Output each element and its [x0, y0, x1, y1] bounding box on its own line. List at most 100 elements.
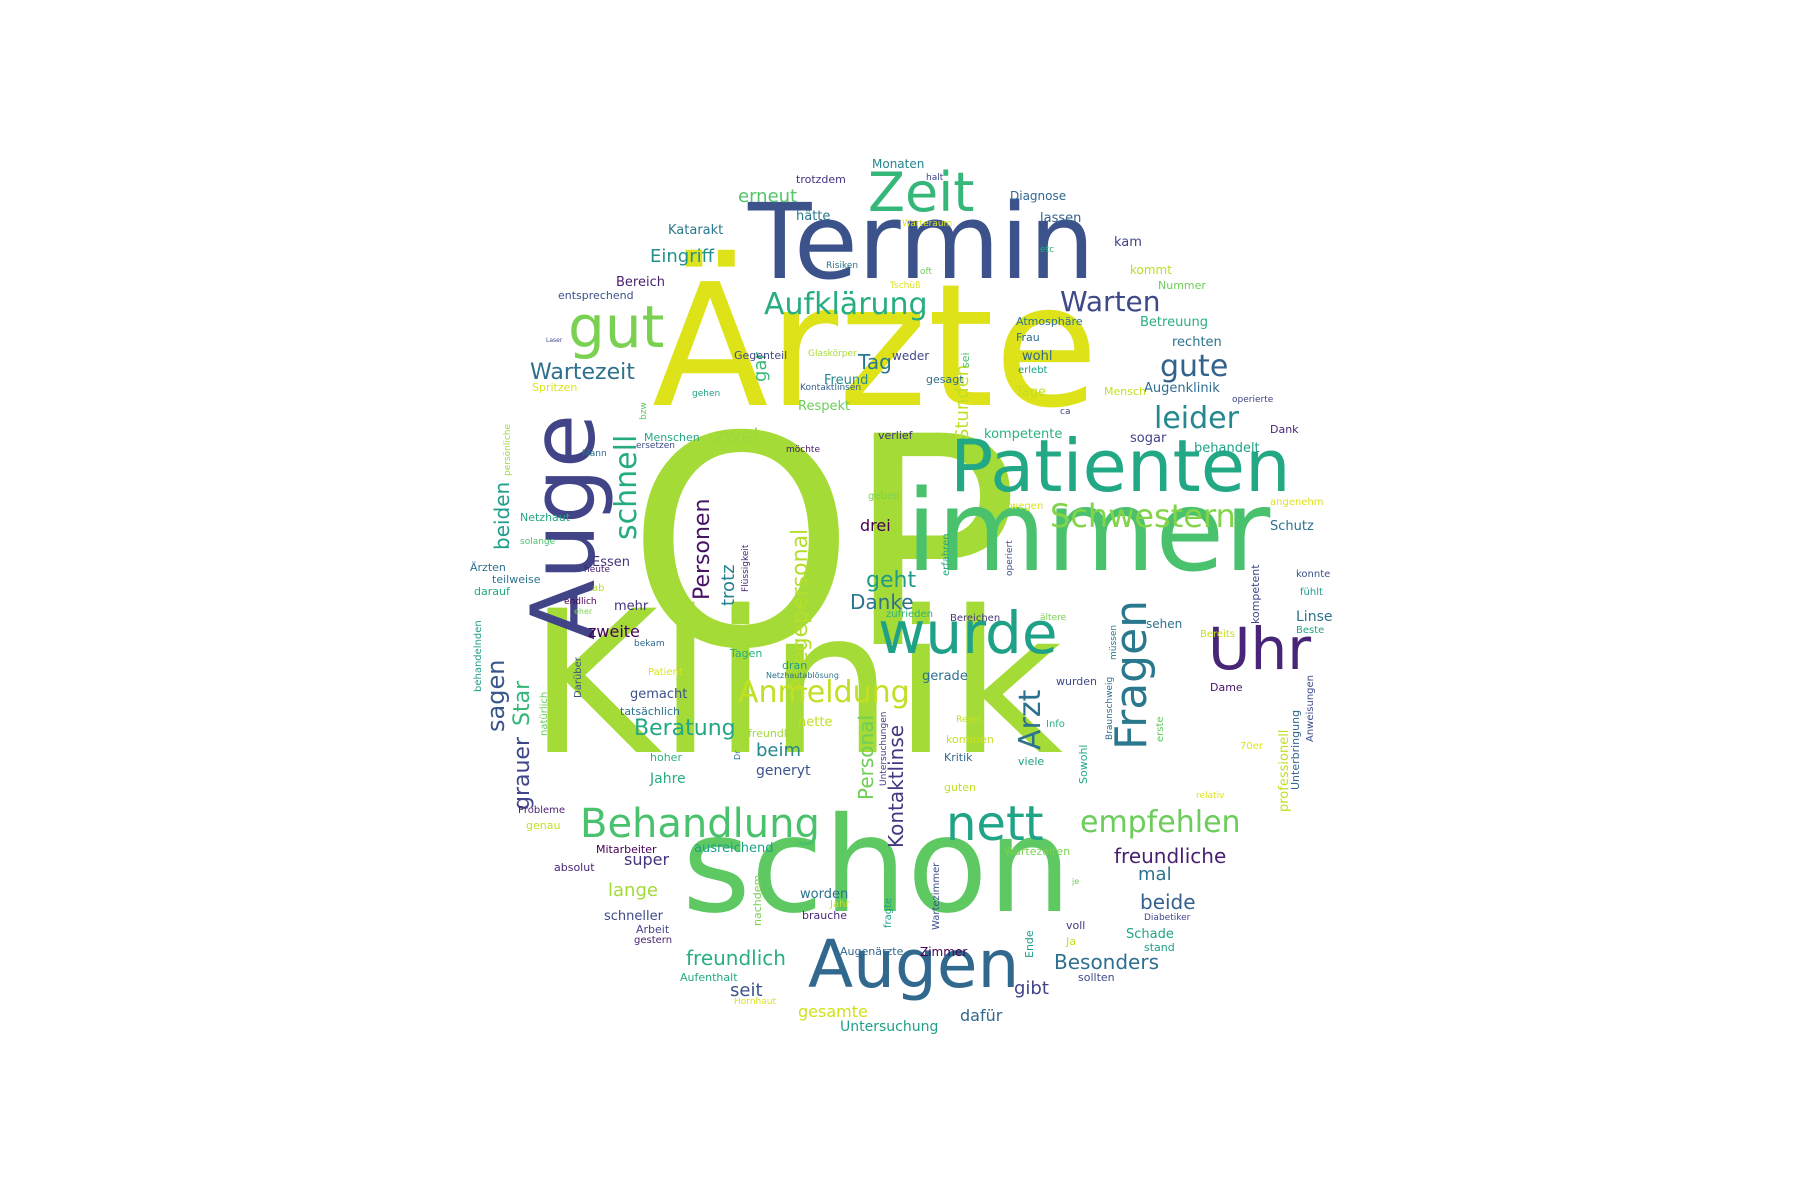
word-viele: viele: [1018, 755, 1045, 768]
word-voll: voll: [1066, 919, 1086, 932]
word-tage: Tage: [1016, 385, 1047, 400]
word-erneut: trotz: [718, 564, 739, 606]
word-operiert: operiert: [1005, 540, 1015, 576]
word-schneller: schneller: [604, 909, 663, 924]
word-dame: Dame: [1210, 681, 1243, 694]
word-gerade: gerade: [922, 669, 968, 684]
word-verlief: verlief: [878, 429, 913, 442]
word-muessen: müssen: [1109, 624, 1119, 660]
word-kritik: Kritik: [944, 751, 973, 764]
word-generyt: generyt: [756, 763, 811, 779]
word-ende: Ende: [1023, 930, 1036, 958]
word-danke: beide: [1140, 890, 1196, 914]
word-freundliche: zwei: [714, 424, 759, 448]
word-linse: Linse: [1296, 609, 1333, 625]
word-kontaktlinse: Kontaktlinse: [884, 724, 908, 848]
word-wegen: wegen: [1010, 501, 1044, 512]
word-untersuchung: Untersuchung: [840, 1019, 939, 1035]
word-gibt: gibt: [1014, 978, 1049, 999]
word-risiken: Risiken: [826, 261, 859, 271]
word-geht: Beratung: [634, 716, 736, 741]
word-eher: eher: [574, 607, 593, 616]
word-aerzten: Ärzten: [470, 561, 506, 574]
word-zufrieden: zufrieden: [886, 609, 933, 620]
word-netzhaut: Netzhaut: [520, 511, 571, 524]
word-beratung: freundlich: [686, 946, 786, 970]
word-tatsaechlich: tatsächlich: [620, 705, 680, 718]
word-betreuung: Betreuung: [1140, 315, 1209, 330]
word-kompetent: kompetent: [1249, 564, 1262, 624]
word-schade: Schade: [1126, 927, 1174, 942]
word-beim: beim: [756, 740, 802, 761]
word-trotz: geht: [866, 568, 917, 593]
word-zwei: Tag: [858, 350, 892, 374]
word-weder: weder: [892, 349, 930, 363]
word-katarakt: Katarakt: [668, 223, 724, 238]
word-tschuess: Tschüß: [890, 281, 921, 291]
word-sogar: sogar: [1130, 431, 1167, 446]
word-operierte: operierte: [1232, 395, 1274, 405]
word-diagnose: Diagnose: [1010, 189, 1067, 203]
word-absolut: absolut: [554, 861, 595, 874]
word-schwestern: Schwestern: [1050, 497, 1236, 535]
word-sowohl: Sowohl: [1077, 744, 1090, 784]
word-gar: Anmeldung: [738, 675, 910, 710]
word-teilweise: teilweise: [492, 573, 541, 586]
word-halt: halt: [926, 173, 944, 183]
word-aufklaerung: Aufklärung: [764, 287, 928, 322]
word-wartezimmer: Wartezimmer: [931, 862, 942, 930]
word-genau: genau: [526, 819, 561, 832]
word-dafuer: dafür: [960, 1006, 1003, 1025]
word-behandelt: behandelt: [1194, 441, 1260, 456]
word-besonders: Eingriff: [650, 246, 715, 267]
word-personal: Personal: [854, 714, 878, 800]
word-atmosphaere: Atmosphäre: [1016, 315, 1083, 328]
word-eingriff: mal: [1138, 864, 1172, 885]
word-zweite: zweite: [588, 622, 640, 641]
word-mitarbeiter: Mitarbeiter: [596, 843, 657, 856]
word-persoenliche: persönliche: [503, 423, 513, 476]
word-aeltere: ältere: [1040, 613, 1067, 623]
word-kommt: kommt: [1130, 263, 1172, 277]
word-rechten: rechten: [1172, 335, 1222, 350]
word-zimmer: Zimmer: [920, 945, 968, 959]
word-je: je: [1072, 877, 1080, 886]
word-brauche: brauche: [802, 909, 848, 922]
word-unfreundlich: unfreundlich: [734, 727, 803, 740]
word-nummer: Nummer: [1158, 279, 1206, 292]
word-frau: Frau: [1016, 331, 1040, 344]
word-untersuchungen: Untersuchungen: [879, 711, 889, 786]
word-fuehlt: fühlt: [1300, 587, 1323, 598]
word-gesagt: gesagt: [926, 373, 964, 386]
word-konnte: konnte: [1296, 569, 1331, 580]
word-darauf: darauf: [474, 585, 510, 598]
word-augen: Augen: [808, 926, 1020, 1003]
word-hoher: hoher: [650, 751, 682, 764]
word-wurden: wurden: [1056, 675, 1098, 688]
word-braunschweig: Braunschweig: [1105, 676, 1115, 740]
word-arbeit: Arbeit: [636, 923, 670, 936]
word-empfehlen: empfehlen: [1080, 805, 1241, 840]
word-gegenteil: Gegenteil: [734, 349, 788, 362]
word-warten: Warten: [1060, 285, 1161, 318]
word-gesamte: gesamte: [798, 1002, 868, 1021]
word-bereichen: Bereichen: [950, 613, 1001, 624]
word-70er: 70er: [1240, 741, 1263, 752]
word-trotzdem: trotzdem: [796, 173, 846, 186]
word-beiden: beiden: [490, 481, 514, 550]
word-grauer: grauer: [510, 736, 535, 810]
word-gut: gut: [568, 293, 665, 361]
word-wartezeiten: Wartezeiten: [1004, 845, 1071, 858]
word-ja: Ja: [1066, 935, 1076, 948]
word-monaten: Monaten: [872, 157, 925, 171]
word-zeit: Zeit: [868, 161, 975, 224]
word-behandlung: Behandlung: [580, 801, 820, 847]
word-beste: Beste: [1296, 625, 1325, 636]
word-sollten: sollten: [1078, 971, 1115, 984]
word-schutz: Schutz: [1270, 519, 1314, 534]
word-augenklinik: Augenklinik: [1144, 381, 1220, 396]
word-kontaktlinsen: Kontaktlinsen: [800, 383, 862, 393]
word-beide: Besonders: [1054, 950, 1159, 974]
word-unterbringung: Unterbringung: [1289, 709, 1302, 790]
word-entsprechend: entsprechend: [558, 289, 634, 302]
